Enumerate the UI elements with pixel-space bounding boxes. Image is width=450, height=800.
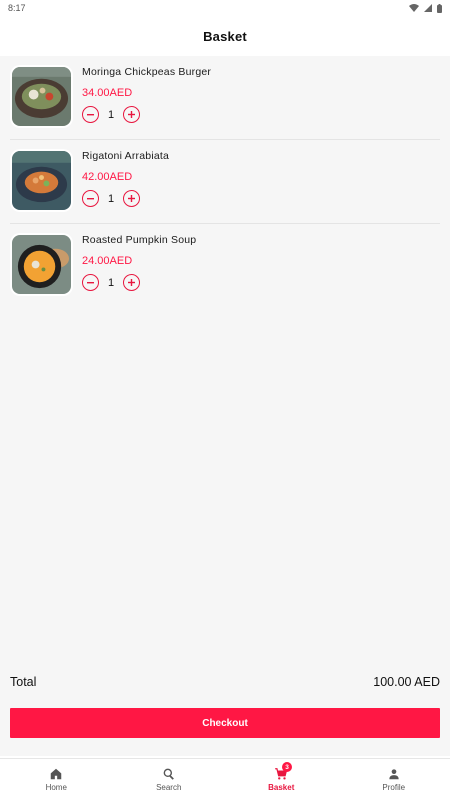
wifi-icon (409, 4, 419, 12)
battery-icon (437, 3, 442, 13)
quantity-value: 1 (107, 192, 115, 205)
nav-item-search[interactable]: Search (113, 759, 226, 800)
nav-label: Home (45, 783, 67, 792)
minus-icon (87, 198, 94, 200)
item-price: 24.00AED (82, 255, 133, 267)
basket-item: Rigatoni Arrabiata 42.00AED 1 (0, 140, 450, 224)
decrease-quantity-button[interactable] (82, 274, 99, 291)
nav-item-profile[interactable]: Profile (338, 759, 450, 800)
nav-label: Search (156, 783, 182, 792)
food-image (12, 67, 71, 126)
food-image (12, 235, 71, 294)
decrease-quantity-button[interactable] (82, 190, 99, 207)
page-title: Basket (203, 28, 247, 44)
food-image (12, 151, 71, 210)
basket-item: Roasted Pumpkin Soup 24.00AED 1 (0, 224, 450, 308)
cart-count-badge: 3 (282, 762, 292, 772)
quantity-stepper: 1 (82, 274, 140, 291)
increase-quantity-button[interactable] (123, 106, 140, 123)
item-image-soup (10, 233, 73, 296)
status-bar: 8:17 (0, 0, 450, 16)
increase-quantity-button[interactable] (123, 274, 140, 291)
home-icon (51, 768, 62, 780)
quantity-value: 1 (107, 276, 115, 289)
item-image-rigatoni (10, 149, 73, 212)
checkout-button[interactable]: Checkout (10, 708, 440, 738)
total-label: Total (10, 675, 37, 689)
minus-icon (87, 114, 94, 116)
signal-icon (424, 4, 432, 12)
basket-item: Moringa Chickpeas Burger 34.00AED 1 (0, 56, 450, 140)
basket-list: Moringa Chickpeas Burger 34.00AED 1 Riga… (0, 56, 450, 756)
app-header: Basket (0, 16, 450, 56)
item-image-burger (10, 65, 73, 128)
decrease-quantity-button[interactable] (82, 106, 99, 123)
item-name: Moringa Chickpeas Burger (82, 66, 212, 78)
plus-icon (128, 111, 135, 118)
total-value: 100.00 AED (373, 675, 440, 689)
bottom-navigation: Home Search 3 Basket Profile (0, 758, 450, 800)
person-icon (389, 769, 399, 780)
total-row: Total 100.00 AED (10, 675, 440, 689)
plus-icon (128, 195, 135, 202)
nav-item-basket[interactable]: 3 Basket (225, 759, 338, 800)
item-price: 42.00AED (82, 171, 133, 183)
item-price: 34.00AED (82, 87, 133, 99)
status-time: 8:17 (8, 3, 26, 13)
item-name: Rigatoni Arrabiata (82, 150, 170, 162)
nav-label: Profile (382, 783, 406, 792)
nav-label: Basket (268, 783, 295, 792)
minus-icon (87, 282, 94, 284)
item-name: Roasted Pumpkin Soup (82, 234, 197, 246)
plus-icon (128, 279, 135, 286)
quantity-stepper: 1 (82, 190, 140, 207)
status-icons (409, 3, 442, 13)
quantity-value: 1 (107, 108, 115, 121)
quantity-stepper: 1 (82, 106, 140, 123)
increase-quantity-button[interactable] (123, 190, 140, 207)
search-icon (163, 768, 174, 780)
nav-item-home[interactable]: Home (0, 759, 113, 800)
